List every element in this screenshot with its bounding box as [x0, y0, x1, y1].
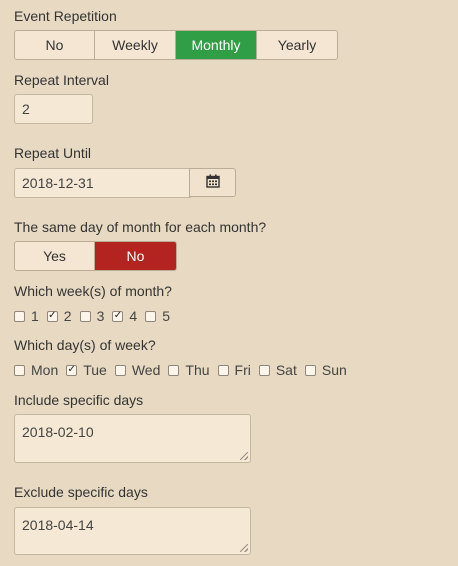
- day-wed-option[interactable]: Wed: [114, 362, 161, 378]
- day-fri-checkbox[interactable]: [217, 364, 229, 376]
- include-days-label: Include specific days: [14, 392, 144, 408]
- day-thu-option[interactable]: Thu: [168, 362, 210, 378]
- include-days-textarea[interactable]: 2018-02-10: [14, 414, 251, 463]
- same-day-option-yes[interactable]: Yes: [15, 242, 95, 270]
- day-mon-option[interactable]: Mon: [14, 362, 58, 378]
- week-5-option[interactable]: 5: [145, 308, 170, 324]
- day-thu-label: Thu: [185, 362, 210, 378]
- repeat-until-input[interactable]: 2018-12-31: [14, 168, 191, 198]
- week-3-checkbox[interactable]: [79, 310, 91, 322]
- repeat-interval-label: Repeat Interval: [14, 72, 109, 88]
- day-tue-checkbox[interactable]: ✓: [66, 364, 78, 376]
- day-fri-label: Fri: [234, 362, 251, 378]
- event-repetition-segmented-control: No Weekly Monthly Yearly: [14, 30, 338, 60]
- include-days-value: 2018-02-10: [22, 424, 94, 440]
- resize-grip-icon[interactable]: [240, 452, 248, 460]
- exclude-days-label: Exclude specific days: [14, 484, 148, 500]
- repeat-interval-input[interactable]: 2: [14, 94, 93, 124]
- week-4-option[interactable]: ✓ 4: [112, 308, 137, 324]
- day-tue-label: Tue: [83, 362, 107, 378]
- day-fri-option[interactable]: Fri: [217, 362, 251, 378]
- event-repetition-label: Event Repetition: [14, 8, 117, 24]
- week-5-checkbox[interactable]: [145, 310, 157, 322]
- repeat-until-label: Repeat Until: [14, 145, 92, 161]
- day-sun-checkbox[interactable]: [304, 364, 316, 376]
- week-1-label: 1: [31, 308, 39, 324]
- day-tue-option[interactable]: ✓ Tue: [66, 362, 107, 378]
- day-mon-checkbox[interactable]: [14, 364, 25, 376]
- day-mon-label: Mon: [31, 362, 59, 378]
- week-4-label: 4: [129, 308, 138, 324]
- same-day-label: The same day of month for each month?: [14, 219, 267, 235]
- repetition-option-no[interactable]: No: [15, 31, 95, 59]
- week-5-label: 5: [162, 308, 170, 324]
- week-2-label: 2: [63, 308, 72, 324]
- week-3-option[interactable]: 3: [79, 308, 105, 324]
- days-label: Which day(s) of week?: [14, 337, 156, 353]
- week-3-label: 3: [96, 308, 105, 324]
- week-2-option[interactable]: ✓ 2: [46, 308, 72, 324]
- exclude-days-textarea[interactable]: 2018-04-14: [14, 507, 251, 555]
- day-sat-label: Sat: [275, 362, 297, 378]
- week-1-option[interactable]: 1: [14, 308, 39, 324]
- same-day-segmented-control: Yes No: [14, 241, 177, 271]
- day-thu-checkbox[interactable]: [168, 364, 180, 376]
- repetition-option-weekly[interactable]: Weekly: [95, 31, 176, 59]
- repetition-option-monthly[interactable]: Monthly: [176, 31, 257, 59]
- weeks-checkbox-group: 1 ✓ 2 3 ✓ 4 5: [14, 308, 178, 324]
- repetition-option-yearly[interactable]: Yearly: [257, 31, 337, 59]
- week-4-checkbox[interactable]: ✓: [112, 310, 124, 322]
- resize-grip-icon[interactable]: [240, 544, 248, 552]
- weeks-label: Which week(s) of month?: [14, 283, 172, 299]
- week-2-checkbox[interactable]: ✓: [46, 310, 58, 322]
- day-sun-label: Sun: [321, 362, 347, 378]
- week-1-checkbox[interactable]: [14, 310, 25, 322]
- days-checkbox-group: Mon ✓ Tue Wed Thu Fri Sat Sun: [14, 362, 355, 378]
- calendar-icon: [205, 174, 220, 191]
- day-wed-checkbox[interactable]: [114, 364, 126, 376]
- same-day-option-no[interactable]: No: [95, 242, 176, 270]
- day-sat-option[interactable]: Sat: [258, 362, 297, 378]
- exclude-days-value: 2018-04-14: [22, 517, 94, 533]
- day-sat-checkbox[interactable]: [258, 364, 270, 376]
- calendar-button[interactable]: [189, 168, 236, 197]
- day-wed-label: Wed: [131, 362, 161, 378]
- day-sun-option[interactable]: Sun: [304, 362, 347, 378]
